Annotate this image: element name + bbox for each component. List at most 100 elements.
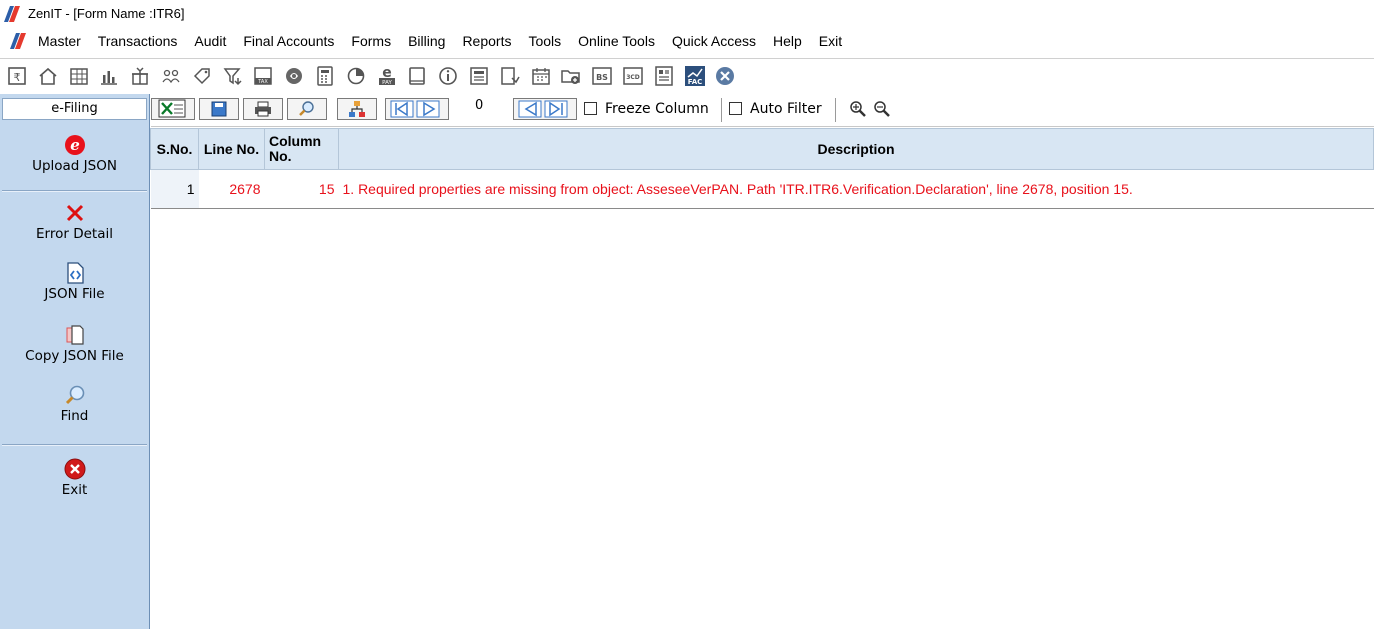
grid-header-row: S.No. Line No. Column No. Description (150, 128, 1374, 170)
red-x-icon (66, 204, 83, 222)
sidebar-item-exit[interactable]: Exit (0, 458, 149, 498)
sidebar-item-find[interactable]: Find (0, 384, 149, 424)
book-icon[interactable] (404, 63, 430, 89)
window-title: ZenIT - [Form Name :ITR6] (28, 6, 185, 21)
menu-forms[interactable]: Forms (351, 32, 398, 49)
menu-exit[interactable]: Exit (819, 32, 849, 49)
home-icon[interactable] (35, 63, 61, 89)
fac-icon[interactable]: FAC (682, 63, 708, 89)
menu-help[interactable]: Help (773, 32, 809, 49)
sidebar-header: e-Filing (2, 98, 147, 120)
nav-prev-last-buttons (513, 98, 577, 120)
calculator-icon[interactable] (312, 63, 338, 89)
svg-text:FAC: FAC (687, 78, 702, 86)
cell-column-no[interactable]: 15 (264, 169, 339, 209)
svg-text:₹: ₹ (14, 71, 21, 84)
svg-text:BS: BS (596, 73, 608, 82)
menu-items: Master Transactions Audit Final Accounts… (38, 32, 859, 49)
red-close-icon (64, 458, 85, 480)
menu-quick-access[interactable]: Quick Access (672, 32, 763, 49)
nav-first-next-buttons (385, 98, 449, 120)
eye-icon[interactable] (281, 63, 307, 89)
sidebar-divider (2, 190, 147, 192)
spreadsheet-icon[interactable] (66, 63, 92, 89)
hierarchy-button[interactable] (337, 98, 377, 120)
column-header-description[interactable]: Description (338, 128, 1374, 170)
freeze-column-label: Freeze Column (605, 101, 709, 117)
info-icon[interactable] (435, 63, 461, 89)
print-button[interactable] (243, 98, 283, 120)
grid-toolbar: 0 Freeze Column Auto Filter (151, 94, 1374, 127)
zoom-out-icon[interactable] (873, 100, 893, 120)
sidebar-item-label: Copy JSON File (25, 348, 124, 364)
close-circle-icon[interactable] (712, 63, 738, 89)
rupee-book-icon[interactable]: ₹ (4, 63, 30, 89)
cell-description[interactable]: 1. Required properties are missing from … (338, 169, 1374, 209)
sidebar-item-label: Upload JSON (32, 158, 117, 174)
3cd-icon[interactable]: 3CD (620, 63, 646, 89)
menu-billing[interactable]: Billing (408, 32, 452, 49)
save-icon (211, 101, 227, 117)
menu-tools[interactable]: Tools (528, 32, 568, 49)
cell-line-no[interactable]: 2678 (198, 169, 265, 209)
ledger-icon[interactable] (466, 63, 492, 89)
filter-icon[interactable] (220, 63, 246, 89)
efiling-sidebar: e-Filing e Upload JSON Error Detail JSON… (0, 94, 150, 629)
sidebar-item-label: Error Detail (36, 226, 113, 242)
chart-doc-icon[interactable] (497, 63, 523, 89)
toolbar-divider (721, 98, 722, 122)
svg-text:e: e (70, 136, 80, 154)
sidebar-item-label: Find (60, 408, 89, 424)
menu-audit[interactable]: Audit (194, 32, 233, 49)
main-toolbar: ₹ TAX e PAY BS 3CD FAC (0, 58, 1374, 93)
nav-first-next-icon (390, 100, 440, 118)
e-upload-icon: e (64, 135, 85, 155)
calendar-icon[interactable] (528, 63, 554, 89)
e-pay-icon[interactable]: e PAY (374, 63, 400, 89)
hierarchy-icon (349, 101, 365, 117)
menu-online-tools[interactable]: Online Tools (578, 32, 662, 49)
error-grid: S.No. Line No. Column No. Description 1 … (150, 128, 1374, 209)
sidebar-item-copy-json-file[interactable]: Copy JSON File (0, 324, 149, 364)
search-icon (299, 101, 314, 116)
auto-filter-checkbox[interactable] (729, 102, 742, 115)
sidebar-divider (2, 444, 147, 446)
column-header-sno[interactable]: S.No. (150, 128, 199, 170)
column-header-line-no[interactable]: Line No. (198, 128, 265, 170)
copy-file-icon (66, 325, 84, 345)
column-header-column-no[interactable]: Column No. (264, 128, 339, 170)
pie-icon[interactable] (343, 63, 369, 89)
report-icon[interactable] (651, 63, 677, 89)
sidebar-item-label: JSON File (44, 286, 105, 302)
bar-chart-icon[interactable] (96, 63, 122, 89)
menu-final-accounts[interactable]: Final Accounts (243, 32, 341, 49)
tax-icon[interactable]: TAX (250, 63, 276, 89)
menu-master[interactable]: Master (38, 32, 88, 49)
zenit-menu-logo-icon[interactable] (10, 33, 26, 49)
folder-add-icon[interactable] (558, 63, 584, 89)
zenit-logo-icon (4, 6, 20, 22)
svg-text:PAY: PAY (382, 80, 392, 86)
auto-filter-label: Auto Filter (750, 101, 822, 117)
gift-icon[interactable] (127, 63, 153, 89)
people-icon[interactable] (158, 63, 184, 89)
menu-transactions[interactable]: Transactions (98, 32, 185, 49)
sidebar-item-json-file[interactable]: JSON File (0, 262, 149, 302)
cell-sno[interactable]: 1 (150, 169, 199, 209)
sidebar-item-upload-json[interactable]: e Upload JSON (0, 134, 149, 174)
tag-icon[interactable] (189, 63, 215, 89)
table-row[interactable]: 1 2678 15 1. Required properties are mis… (150, 169, 1374, 209)
menu-reports[interactable]: Reports (462, 32, 518, 49)
zoom-in-icon[interactable] (849, 100, 869, 120)
search-button[interactable] (287, 98, 327, 120)
json-file-icon (66, 262, 84, 284)
sidebar-item-label: Exit (61, 482, 88, 498)
column-header-column-no-text: Column No. (269, 133, 322, 164)
svg-text:TAX: TAX (258, 79, 269, 85)
freeze-column-checkbox[interactable] (584, 102, 597, 115)
export-excel-button[interactable] (151, 98, 195, 120)
sidebar-item-error-detail[interactable]: Error Detail (0, 202, 149, 242)
magnifier-icon (65, 385, 84, 405)
save-button[interactable] (199, 98, 239, 120)
bs-icon[interactable]: BS (589, 63, 615, 89)
